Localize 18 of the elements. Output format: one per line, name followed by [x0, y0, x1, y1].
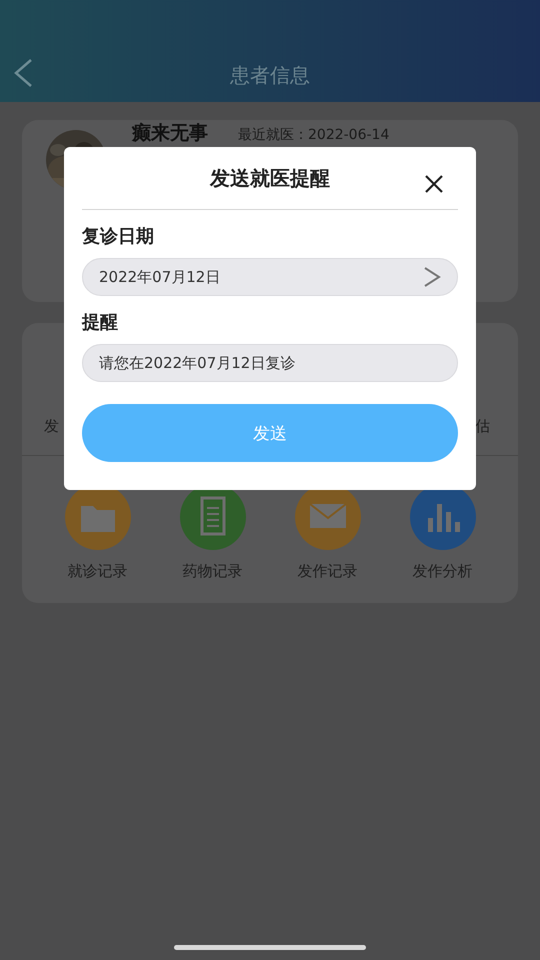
action-label[interactable]: 估 — [475, 416, 490, 436]
reminder-input-field[interactable]: 请您在2022年07月12日复诊 — [82, 344, 458, 382]
chevron-icon — [423, 266, 441, 288]
shortcut-label[interactable]: 就诊记录 — [68, 562, 128, 581]
back-icon[interactable] — [12, 58, 34, 88]
dialog-title: 发送就医提醒 — [210, 164, 330, 192]
close-icon[interactable] — [424, 174, 444, 194]
action-label[interactable]: 发 — [44, 416, 59, 436]
send-button[interactable]: 发送 — [82, 404, 458, 462]
last-visit-date: 最近就医：2022-06-14 — [238, 126, 390, 144]
page-title: 患者信息 — [230, 62, 310, 88]
shortcut-label[interactable]: 药物记录 — [182, 562, 242, 581]
date-picker-field[interactable]: 2022年07月12日 — [82, 258, 458, 296]
patient-name: 癫来无事 — [132, 123, 208, 143]
field-label: 提醒 — [82, 311, 118, 334]
field-label: 复诊日期 — [82, 225, 154, 248]
shortcut-label[interactable]: 发作分析 — [412, 562, 472, 581]
shortcut-label[interactable]: 发作记录 — [298, 562, 358, 581]
